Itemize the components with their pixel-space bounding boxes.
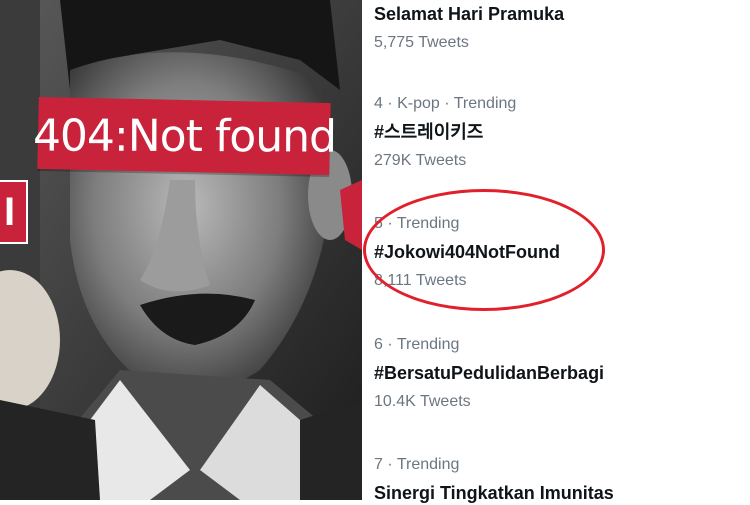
- trends-panel: Selamat Hari Pramuka 5,775 Tweets 4 · K-…: [362, 0, 750, 503]
- trend-name: Selamat Hari Pramuka: [374, 4, 565, 24]
- trend-meta: 6 · Trending: [374, 336, 460, 353]
- trend-name: #BersatuPedulidanBerbagi: [374, 363, 605, 383]
- trend-count: 8,111 Tweets: [374, 272, 467, 289]
- mural-illustration: [0, 0, 362, 500]
- trend-item-1[interactable]: Selamat Hari Pramuka 5,775 Tweets: [374, 0, 744, 53]
- trend-item-5[interactable]: 7 · Trending Sinergi Tingkatkan Imunitas: [374, 455, 744, 505]
- trend-name: #스트레이키즈: [374, 122, 484, 142]
- trend-item-2[interactable]: 4 · K-pop · Trending #스트레이키즈 279K Tweets: [374, 94, 744, 171]
- trend-name: Sinergi Tingkatkan Imunitas: [374, 483, 614, 503]
- censor-banner: 404:Not found: [32, 96, 336, 176]
- trend-count: 10.4K Tweets: [374, 393, 471, 410]
- trend-meta: 7 · Trending: [374, 456, 460, 473]
- mural-photo: I 404:Not found: [0, 0, 362, 500]
- trend-count: 279K Tweets: [374, 152, 467, 169]
- side-red-letter: I: [4, 190, 16, 234]
- trend-meta: 5 · Trending: [374, 215, 460, 232]
- trend-name: #Jokowi404NotFound: [374, 242, 561, 262]
- trend-meta: 4 · K-pop · Trending: [374, 95, 517, 112]
- side-red-sign: I: [0, 180, 28, 244]
- trend-item-4[interactable]: 6 · Trending #BersatuPedulidanBerbagi 10…: [374, 335, 744, 412]
- censor-banner-text: 404:Not found: [32, 109, 336, 163]
- trend-item-3[interactable]: 5 · Trending #Jokowi404NotFound 8,111 Tw…: [374, 214, 744, 291]
- trend-count: 5,775 Tweets: [374, 34, 469, 51]
